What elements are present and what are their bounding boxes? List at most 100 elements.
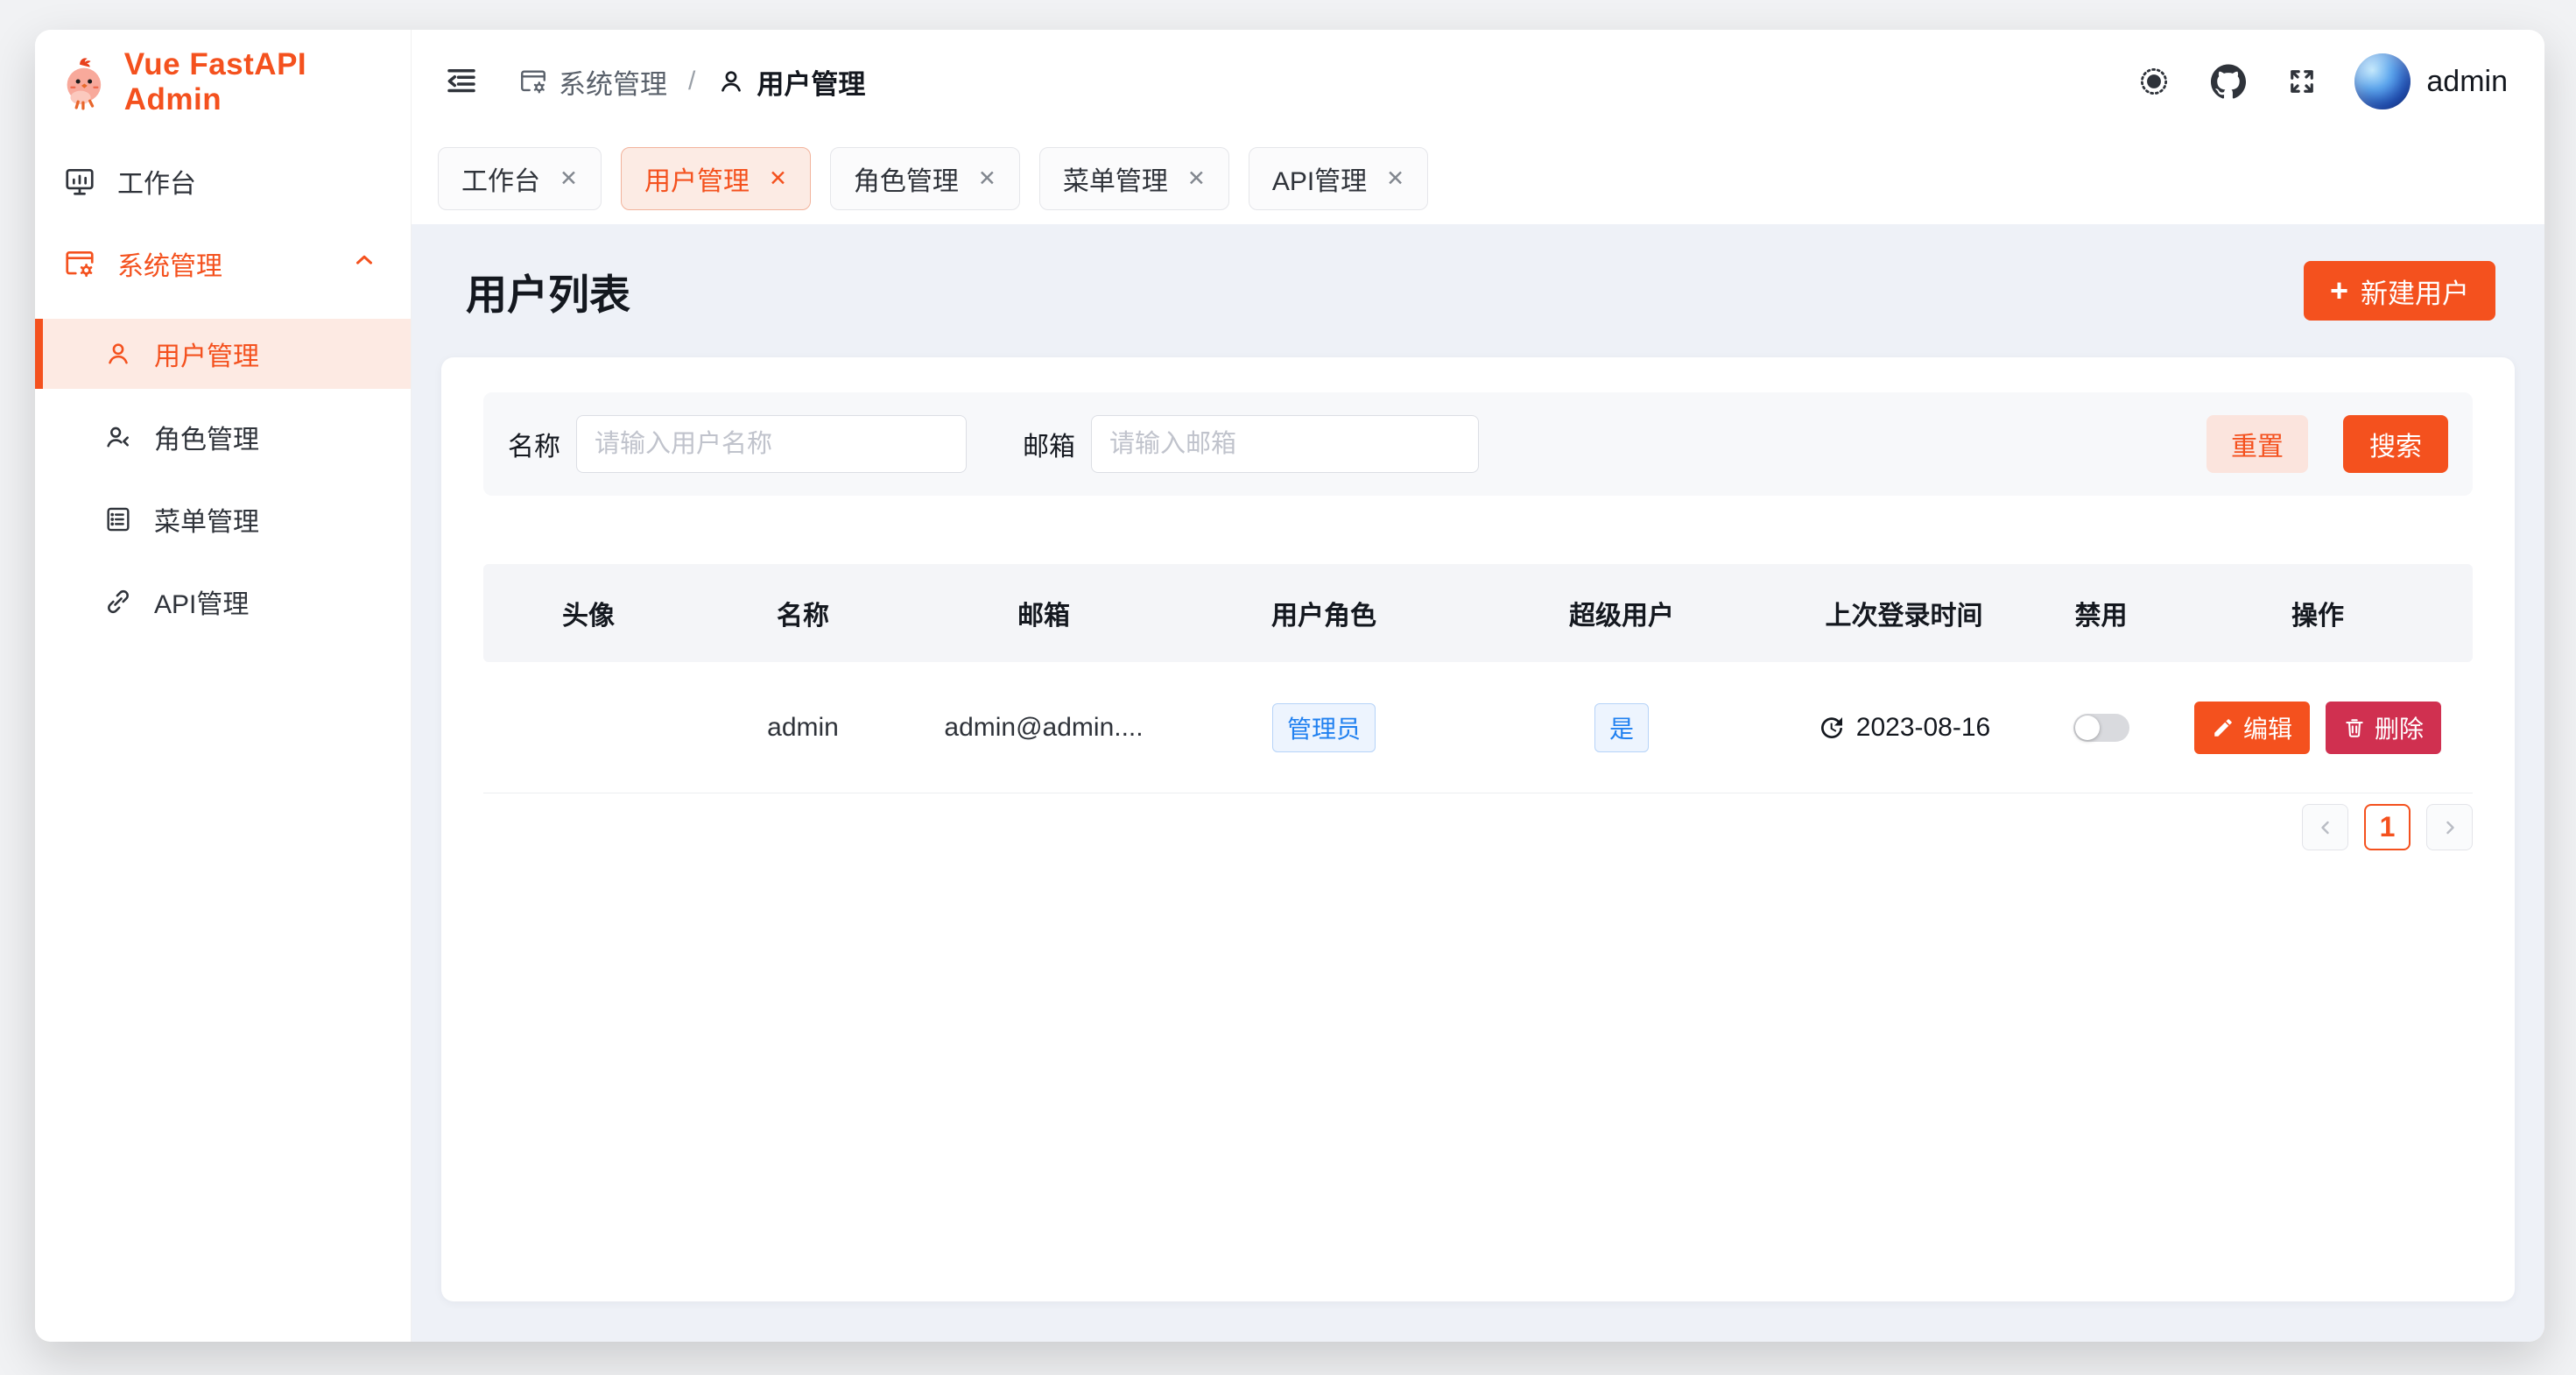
cell-actions: 编辑 删除: [2164, 702, 2471, 754]
col-email: 邮箱: [912, 594, 1175, 632]
sidebar-item-api-management[interactable]: API管理: [35, 575, 411, 629]
menu-list-icon: [103, 504, 133, 534]
sidebar-item-label: 角色管理: [154, 418, 259, 456]
new-user-button-label: 新建用户: [2361, 271, 2469, 311]
breadcrumb-label: 用户管理: [757, 62, 865, 102]
monitor-icon: [63, 165, 96, 198]
tab-api-management[interactable]: API管理 ✕: [1249, 147, 1428, 210]
sidebar-item-menu-management[interactable]: 菜单管理: [35, 492, 411, 546]
name-filter-label: 名称: [508, 425, 560, 463]
breadcrumb: 系统管理 / 用户管理: [518, 62, 865, 102]
tab-label: 工作台: [461, 159, 540, 198]
chevron-up-icon[interactable]: [351, 247, 377, 280]
edit-button[interactable]: 编辑: [2194, 702, 2310, 754]
toggle-knob: [2075, 716, 2100, 740]
tab-label: 菜单管理: [1063, 159, 1168, 198]
pencil-icon: [2212, 716, 2235, 739]
filter-bar: 名称 邮箱 重置 搜索: [483, 392, 2473, 496]
close-icon[interactable]: ✕: [769, 166, 787, 192]
disabled-toggle[interactable]: [2073, 714, 2129, 742]
col-name: 名称: [693, 594, 912, 632]
tab-menu-management[interactable]: 菜单管理 ✕: [1039, 147, 1229, 210]
clock-icon: [1818, 714, 1846, 742]
close-icon[interactable]: ✕: [1386, 166, 1404, 192]
user-list-card: 名称 邮箱 重置 搜索 头像 名称 邮箱 用户角色 超级用户 上次登录时间: [441, 357, 2515, 1301]
superuser-badge: 是: [1594, 703, 1649, 752]
last-login-value: 2023-08-16: [1856, 713, 1990, 743]
cell-superuser: 是: [1473, 703, 1770, 752]
sidebar-item-user-management[interactable]: 用户管理: [35, 319, 411, 389]
tab-role-management[interactable]: 角色管理 ✕: [830, 147, 1020, 210]
cell-name: admin: [693, 713, 912, 743]
cell-last-login: 2023-08-16: [1770, 713, 2038, 743]
pagination-page-1[interactable]: 1: [2364, 804, 2411, 850]
search-button[interactable]: 搜索: [2343, 415, 2448, 473]
main-content: 用户列表 + 新建用户 名称 邮箱 重置 搜索: [412, 224, 2544, 1342]
sidebar-item-label: 系统管理: [117, 244, 222, 283]
cell-role: 管理员: [1175, 703, 1473, 752]
chevron-left-icon: [2315, 817, 2336, 838]
top-bar-actions: admin: [2097, 53, 2508, 109]
github-icon[interactable]: [2211, 64, 2246, 99]
tab-user-management[interactable]: 用户管理 ✕: [621, 147, 811, 210]
email-filter-label: 邮箱: [1023, 425, 1075, 463]
col-role: 用户角色: [1175, 594, 1473, 632]
window-gear-icon: [63, 247, 96, 280]
new-user-button[interactable]: + 新建用户: [2304, 261, 2495, 321]
pagination: 1: [483, 804, 2473, 850]
fullscreen-icon[interactable]: [2286, 66, 2318, 97]
breadcrumb-user[interactable]: 用户管理: [716, 62, 865, 102]
col-actions: 操作: [2164, 594, 2471, 632]
email-filter-input[interactable]: [1091, 415, 1479, 473]
chevron-right-icon: [2439, 817, 2460, 838]
breadcrumb-system[interactable]: 系统管理: [518, 62, 667, 102]
chicken-logo-icon: [58, 53, 112, 111]
sidebar-collapse-icon[interactable]: [443, 63, 480, 100]
close-icon[interactable]: ✕: [1187, 166, 1206, 192]
tab-workbench[interactable]: 工作台 ✕: [438, 147, 602, 210]
table-row: admin admin@admin.... 管理员 是 2023-0: [483, 662, 2473, 793]
theme-toggle-sun-icon[interactable]: [2137, 65, 2171, 98]
logo[interactable]: Vue FastAPI Admin: [35, 30, 411, 135]
edit-button-label: 编辑: [2243, 710, 2292, 745]
name-filter-input[interactable]: [576, 415, 967, 473]
user-avatar[interactable]: [2354, 53, 2411, 109]
close-icon[interactable]: ✕: [560, 166, 578, 192]
breadcrumb-label: 系统管理: [559, 62, 667, 102]
delete-button-label: 删除: [2375, 710, 2424, 745]
close-icon[interactable]: ✕: [978, 166, 996, 192]
role-badge: 管理员: [1272, 703, 1376, 752]
col-last-login: 上次登录时间: [1770, 594, 2038, 632]
sidebar-item-system[interactable]: 系统管理: [35, 236, 411, 291]
top-bar: 系统管理 / 用户管理: [412, 30, 2544, 133]
app-title: Vue FastAPI Admin: [124, 47, 411, 117]
delete-button[interactable]: 删除: [2326, 702, 2441, 754]
sidebar-item-label: 工作台: [117, 162, 196, 201]
plus-icon: +: [2330, 275, 2348, 307]
page-header: 用户列表 + 新建用户: [441, 224, 2515, 357]
api-link-icon: [103, 587, 133, 617]
role-icon: [103, 422, 133, 452]
username[interactable]: admin: [2426, 65, 2508, 99]
sidebar-item-role-management[interactable]: 角色管理: [35, 410, 411, 464]
breadcrumb-separator: /: [688, 67, 695, 96]
reset-button[interactable]: 重置: [2206, 415, 2308, 473]
trash-icon: [2343, 716, 2366, 739]
table-header-row: 头像 名称 邮箱 用户角色 超级用户 上次登录时间 禁用 操作: [483, 564, 2473, 662]
tab-label: API管理: [1272, 159, 1367, 198]
sidebar-menu: 工作台 系统管理 用户管理: [35, 135, 411, 629]
user-table: 头像 名称 邮箱 用户角色 超级用户 上次登录时间 禁用 操作 admin ad…: [483, 564, 2473, 793]
sidebar-item-label: 菜单管理: [154, 500, 259, 539]
cell-email: admin@admin....: [912, 713, 1175, 743]
window-gear-icon: [518, 67, 548, 96]
col-superuser: 超级用户: [1473, 594, 1770, 632]
pagination-prev[interactable]: [2302, 804, 2348, 850]
col-avatar: 头像: [483, 594, 693, 632]
sidebar-item-workbench[interactable]: 工作台: [35, 154, 411, 208]
col-disabled: 禁用: [2038, 594, 2164, 632]
pagination-next[interactable]: [2426, 804, 2473, 850]
cell-disabled: [2038, 714, 2164, 742]
tab-bar: 工作台 ✕ 用户管理 ✕ 角色管理 ✕ 菜单管理 ✕ API管理 ✕: [412, 133, 2544, 224]
sidebar: Vue FastAPI Admin 工作台 系统管理: [35, 30, 412, 1342]
page-title: 用户列表: [466, 261, 630, 321]
